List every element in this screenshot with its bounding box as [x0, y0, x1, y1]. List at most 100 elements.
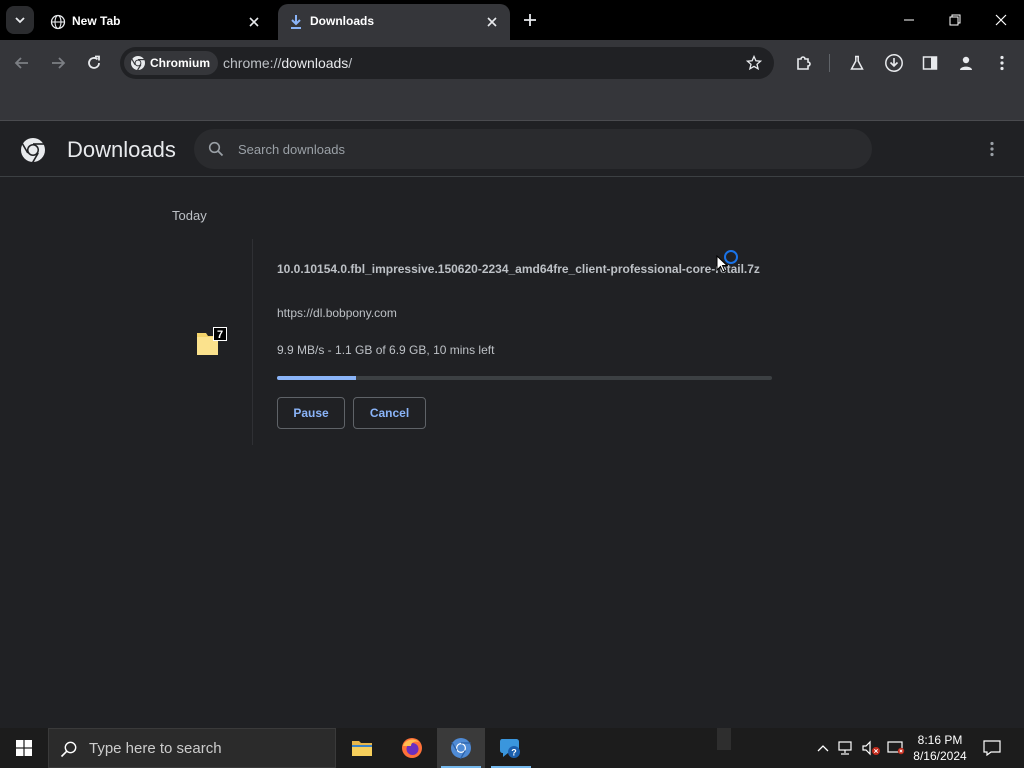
firefox-button[interactable]: [388, 728, 436, 768]
download-icon: [288, 14, 304, 30]
folder-icon: [352, 741, 372, 756]
bookmark-star-button[interactable]: [744, 53, 764, 73]
chevron-up-icon: [817, 745, 829, 752]
search-icon: [206, 139, 226, 159]
search-icon: [59, 739, 79, 759]
kebab-menu-icon: [990, 141, 994, 157]
network-status-button[interactable]: [836, 728, 856, 768]
address-bar[interactable]: Chromium chrome://downloads/: [120, 47, 774, 79]
pause-button[interactable]: Pause: [277, 397, 345, 429]
browser-menu-button[interactable]: [990, 51, 1014, 75]
action-center-button[interactable]: [980, 728, 1004, 768]
tab-close-icon[interactable]: [484, 14, 500, 30]
taskbar-hidden-item: [717, 728, 731, 750]
globe-icon: [50, 14, 66, 30]
display-icon: [887, 741, 905, 755]
downloads-toolbar-button[interactable]: [882, 51, 906, 75]
browser-toolbar: Chromium chrome://downloads/: [0, 40, 1024, 86]
tab-close-icon[interactable]: [246, 14, 262, 30]
minimize-icon: [904, 19, 914, 21]
arrow-right-icon: [52, 57, 66, 69]
progress-fill: [277, 376, 357, 380]
extensions-button[interactable]: [792, 51, 816, 75]
toolbar-divider: [829, 54, 830, 72]
svg-text:7: 7: [217, 329, 223, 341]
speaker-muted-icon: [862, 740, 880, 756]
search-input[interactable]: [238, 139, 838, 159]
chromium-logo-icon: [21, 138, 45, 163]
file-explorer-button[interactable]: [338, 728, 386, 768]
url-host: downloads: [281, 55, 349, 71]
file-name-link[interactable]: 10.0.10154.0.fbl_impressive.150620-2234_…: [277, 259, 769, 279]
svg-text:?: ?: [511, 748, 517, 758]
restore-button[interactable]: [943, 8, 967, 32]
start-button[interactable]: [0, 728, 48, 768]
side-panel-icon: [922, 56, 938, 70]
labs-button[interactable]: [845, 51, 869, 75]
minimize-button[interactable]: [897, 8, 921, 32]
7z-archive-icon: 7: [197, 327, 227, 355]
cancel-button[interactable]: Cancel: [353, 397, 426, 429]
person-icon: [960, 56, 972, 70]
get-help-button[interactable]: ?: [487, 728, 535, 768]
help-icon: ?: [500, 739, 520, 758]
restore-icon: [949, 14, 961, 26]
plus-icon: [524, 14, 536, 26]
tab-title: New Tab: [72, 14, 121, 28]
tab-new-tab[interactable]: New Tab: [40, 4, 272, 40]
puzzle-icon: [797, 56, 811, 70]
tab-strip: New Tab Downloads: [0, 0, 1024, 40]
new-tab-button[interactable]: [520, 10, 540, 30]
date-header: Today: [172, 208, 207, 223]
forward-button[interactable]: [46, 51, 70, 75]
downloads-list: Today 7 10.0.10154.0.fbl_impressive.1506…: [0, 177, 1024, 728]
taskbar-clock[interactable]: 8:16 PM 8/16/2024: [912, 732, 968, 764]
clock-date: 8/16/2024: [913, 749, 967, 763]
item-divider: [252, 239, 253, 445]
source-url-link[interactable]: https://dl.bobpony.com: [277, 306, 397, 320]
taskbar-search-placeholder: Type here to search: [89, 740, 222, 757]
windows-taskbar: Type here to search ? 8:16 PM 8/16/2024: [0, 728, 1024, 768]
chip-label: Chromium: [150, 56, 210, 70]
flask-icon: [850, 55, 864, 70]
reload-icon: [88, 55, 100, 69]
chromium-logo-icon: [131, 56, 145, 71]
url-scheme: chrome://: [223, 55, 282, 71]
chromium-taskbar-button[interactable]: [437, 728, 485, 768]
mouse-cursor-icon: [716, 255, 728, 273]
arrow-left-icon: [14, 57, 28, 69]
reload-button[interactable]: [82, 51, 106, 75]
page-title: Downloads: [67, 137, 176, 162]
tab-downloads[interactable]: Downloads: [278, 4, 510, 40]
tab-search-button[interactable]: [6, 6, 34, 34]
url-text[interactable]: chrome://downloads/: [223, 55, 352, 71]
site-info-chip[interactable]: Chromium: [124, 51, 218, 75]
notification-icon: [983, 740, 1001, 756]
show-hidden-icons-button[interactable]: [814, 728, 832, 768]
chromium-logo-icon: [451, 738, 471, 759]
firefox-icon: [402, 738, 422, 758]
download-circle-icon: [885, 54, 903, 72]
chevron-down-icon: [15, 17, 25, 24]
download-item: 7 10.0.10154.0.fbl_impressive.150620-223…: [172, 239, 850, 445]
side-panel-button[interactable]: [918, 51, 942, 75]
search-downloads[interactable]: [194, 129, 872, 169]
clock-time: 8:16 PM: [917, 733, 963, 747]
bookmarks-bar: [0, 86, 1024, 121]
downloads-menu-button[interactable]: [982, 139, 1002, 159]
profile-button[interactable]: [954, 51, 978, 75]
close-icon: [995, 14, 1007, 26]
notifications-status-button[interactable]: [885, 728, 907, 768]
taskbar-search[interactable]: Type here to search: [48, 728, 336, 768]
back-button[interactable]: [10, 51, 34, 75]
network-icon: [838, 741, 852, 755]
url-path: /: [348, 55, 353, 71]
tab-title: Downloads: [310, 14, 375, 28]
star-icon: [746, 55, 762, 71]
download-progress-bar: [277, 376, 772, 380]
download-status: 9.9 MB/s - 1.1 GB of 6.9 GB, 10 mins lef…: [277, 343, 495, 357]
kebab-menu-icon: [1000, 55, 1004, 71]
close-window-button[interactable]: [989, 8, 1013, 32]
volume-button[interactable]: [860, 728, 882, 768]
downloads-header: Downloads: [0, 121, 1024, 177]
